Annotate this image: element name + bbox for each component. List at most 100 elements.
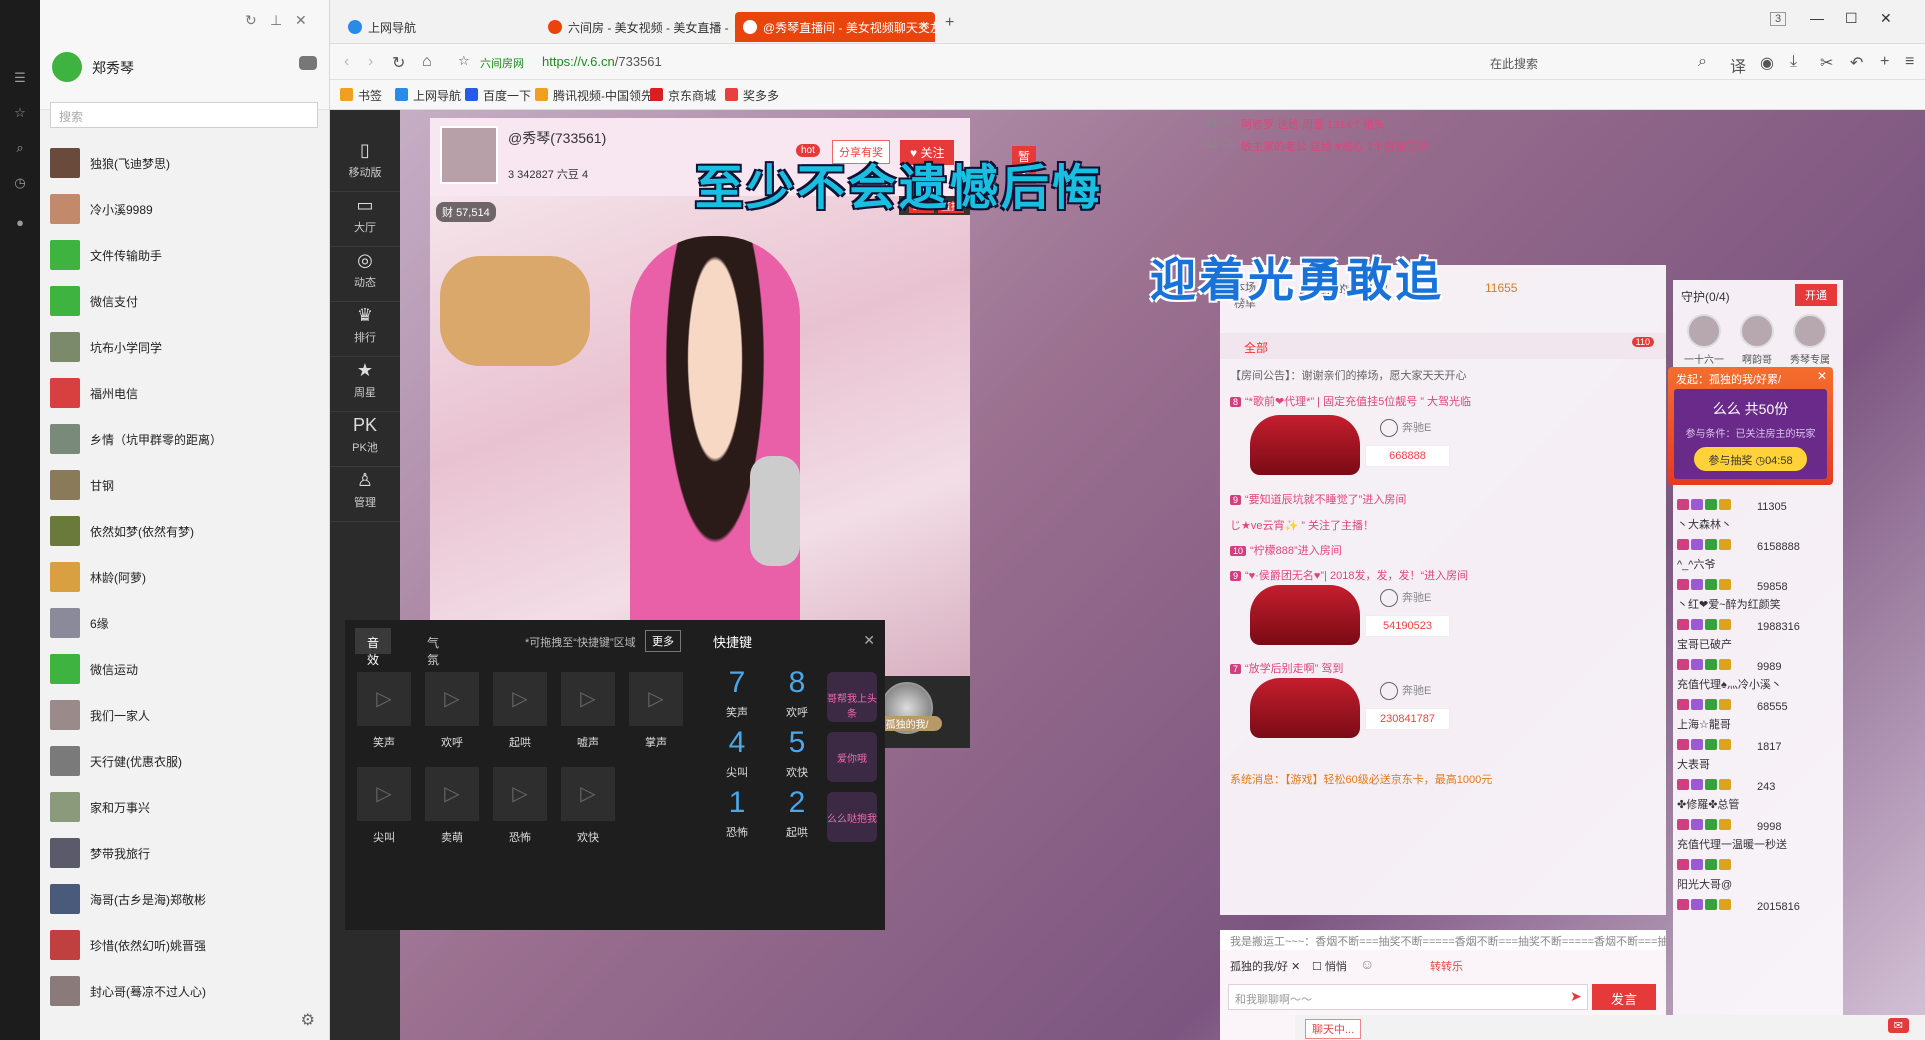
translate-icon[interactable]: 译 xyxy=(1730,53,1746,77)
gear-icon[interactable]: ⚙ xyxy=(301,1010,315,1030)
guard-member[interactable]: 秀琴专属 xyxy=(1785,314,1835,366)
chat-status[interactable]: 聊天中... xyxy=(1305,1019,1362,1039)
contact-item[interactable]: 乡情（坑甲群零的距离） xyxy=(40,416,330,462)
clock-icon[interactable]: ◷ xyxy=(12,175,28,191)
user-row[interactable]: 9998 充值代理一温暖一秒送 xyxy=(1677,818,1839,856)
sfx-pad[interactable]: ▷ xyxy=(629,672,683,726)
tab-all[interactable]: 全部 xyxy=(1244,339,1268,356)
back-icon[interactable]: ‹ xyxy=(344,53,349,71)
cut-icon[interactable]: ✂ xyxy=(1820,53,1833,73)
shortcut-gift[interactable]: 么么哒抱我 xyxy=(827,792,877,842)
star-icon[interactable]: ☆ xyxy=(12,105,28,121)
more-button[interactable]: 更多 xyxy=(645,630,681,652)
sfx-pad[interactable]: ▷ xyxy=(493,672,547,726)
nav-item[interactable]: ★ 周星 xyxy=(330,350,400,412)
open-guard-button[interactable]: 开通 xyxy=(1795,284,1837,306)
bookmark-star-icon[interactable]: ☆ xyxy=(458,53,470,69)
sfx-pad[interactable]: ▷ xyxy=(561,672,615,726)
user-row[interactable]: 68555 上海☆龍哥 xyxy=(1677,698,1839,736)
nav-item[interactable]: ♛ 排行 xyxy=(330,295,400,357)
screenshot-icon[interactable]: ◉ xyxy=(1760,53,1774,73)
sfx-pad[interactable]: ▷ xyxy=(425,672,479,726)
minimize-icon[interactable]: — xyxy=(1810,10,1824,26)
bookmark-item[interactable]: 书签 xyxy=(340,87,382,104)
forward-icon[interactable]: › xyxy=(368,53,373,71)
shortcut-gift[interactable]: 哥帮我上头条 xyxy=(827,672,877,722)
user-row[interactable]: 2015816 xyxy=(1677,898,1839,936)
shortcut-key[interactable]: 5 xyxy=(767,726,827,760)
search-icon[interactable]: ⌕ xyxy=(12,140,28,156)
new-chat-icon[interactable] xyxy=(299,56,317,70)
shortcut-key[interactable]: 7 xyxy=(707,666,767,700)
menu-icon[interactable]: ≡ xyxy=(1905,53,1914,71)
contact-item[interactable]: 微信支付 xyxy=(40,278,330,324)
tab-nav[interactable]: 上网导航 xyxy=(340,12,530,42)
guard-member[interactable]: 啊韵哥 xyxy=(1732,314,1782,366)
contact-item[interactable]: 独狼(飞迪梦思) xyxy=(40,140,330,186)
sfx-pad[interactable]: ▷ xyxy=(357,672,411,726)
message-icon[interactable]: ✉ xyxy=(1887,1018,1909,1033)
bookmark-item[interactable]: 京东商城 xyxy=(650,87,716,104)
user-row[interactable]: 243 ✤修羅✤总管 xyxy=(1677,778,1839,816)
contact-item[interactable]: 依然如梦(依然有梦) xyxy=(40,508,330,554)
nav-item[interactable]: PK PK池 xyxy=(330,405,400,467)
pin-icon[interactable]: ⊥ xyxy=(270,12,282,29)
shortcut-key[interactable]: 1 xyxy=(707,786,767,820)
contact-item[interactable]: 坑布小学同学 xyxy=(40,324,330,370)
nav-item[interactable]: ◎ 动态 xyxy=(330,240,400,302)
close-icon[interactable]: ✕ xyxy=(295,12,307,29)
user-row[interactable]: 9989 充值代理♠灬冷小溪丶 xyxy=(1677,658,1839,696)
contact-item[interactable]: 甘钢 xyxy=(40,462,330,508)
close-tab-icon[interactable]: ✕ xyxy=(919,19,929,33)
recipient-select[interactable]: 孤独的我/好 ✕ xyxy=(1230,958,1300,974)
contact-item[interactable]: 珍惜(依然幻听)姚晋强 xyxy=(40,922,330,968)
zhuanzhuanle-button[interactable]: 转转乐 xyxy=(1430,958,1463,974)
contact-item[interactable]: 冷小溪9989 xyxy=(40,186,330,232)
close-icon[interactable]: ✕ xyxy=(863,632,875,649)
maximize-icon[interactable]: ☐ xyxy=(1845,10,1858,27)
reload-icon[interactable]: ↻ xyxy=(392,53,405,73)
guard-member[interactable]: 一十六一 xyxy=(1679,314,1729,366)
shortcut-key[interactable]: 2 xyxy=(767,786,827,820)
nav-item[interactable]: ▭ 大厅 xyxy=(330,185,400,247)
contact-item[interactable]: 6缘 xyxy=(40,600,330,646)
wechat-icon[interactable]: ● xyxy=(12,215,28,231)
bookmark-item[interactable]: 上网导航 xyxy=(395,87,461,104)
send-button[interactable]: 发言 xyxy=(1592,984,1656,1010)
wechat-search-input[interactable]: 搜索 xyxy=(50,102,318,128)
close-window-icon[interactable]: ✕ xyxy=(1880,10,1892,27)
shortcut-gift[interactable]: 爱你哦 xyxy=(827,732,877,782)
user-row[interactable]: 1988316 宝哥已破产 xyxy=(1677,618,1839,656)
contact-item[interactable]: 文件传输助手 xyxy=(40,232,330,278)
tab-atmos[interactable]: 气氛 xyxy=(415,628,451,667)
sfx-pad[interactable]: ▷ xyxy=(561,767,615,821)
shortcut-key[interactable]: 8 xyxy=(767,666,827,700)
download-icon[interactable]: ⤓ xyxy=(1790,53,1797,71)
tab-count[interactable]: 3 xyxy=(1770,12,1787,26)
home-icon[interactable]: ⌂ xyxy=(422,53,432,71)
user-row[interactable]: 1817 大表哥 xyxy=(1677,738,1839,776)
sfx-pad[interactable]: ▷ xyxy=(493,767,547,821)
shortcut-key[interactable]: 4 xyxy=(707,726,767,760)
user-row[interactable]: 6158888 ^_^六爷 xyxy=(1677,538,1839,576)
sfx-pad[interactable]: ▷ xyxy=(357,767,411,821)
add-icon[interactable]: + xyxy=(1880,53,1889,71)
undo-icon[interactable]: ↶ xyxy=(1850,53,1863,73)
tab-sfx[interactable]: 音效 xyxy=(355,628,392,667)
contact-item[interactable]: 封心哥(蓦凉不过人心) xyxy=(40,968,330,1014)
quiet-checkbox[interactable]: ☐ 悄悄 xyxy=(1312,958,1347,974)
contact-item[interactable]: 林龄(阿萝) xyxy=(40,554,330,600)
emoji-icon[interactable]: ☺ xyxy=(1360,956,1374,972)
contact-item[interactable]: 海哥(古乡是海)郑敬彬 xyxy=(40,876,330,922)
sfx-pad[interactable]: ▷ xyxy=(425,767,479,821)
tab-6cn[interactable]: 六间房 - 美女视频 - 美女直播 - 视频 xyxy=(540,12,730,42)
nav-item[interactable]: ▯ 移动版 xyxy=(330,130,400,192)
list-icon[interactable]: ☰ xyxy=(12,70,28,86)
user-row[interactable]: 59858 丶红❤爱~醉为红颜笑 xyxy=(1677,578,1839,616)
contact-item[interactable]: 微信运动 xyxy=(40,646,330,692)
contact-item[interactable]: 福州电信 xyxy=(40,370,330,416)
contact-item[interactable]: 家和万事兴 xyxy=(40,784,330,830)
streamer-avatar[interactable] xyxy=(440,126,498,184)
contact-item[interactable]: 我们一家人 xyxy=(40,692,330,738)
chat-input[interactable]: 和我聊聊啊～～ xyxy=(1228,984,1588,1010)
